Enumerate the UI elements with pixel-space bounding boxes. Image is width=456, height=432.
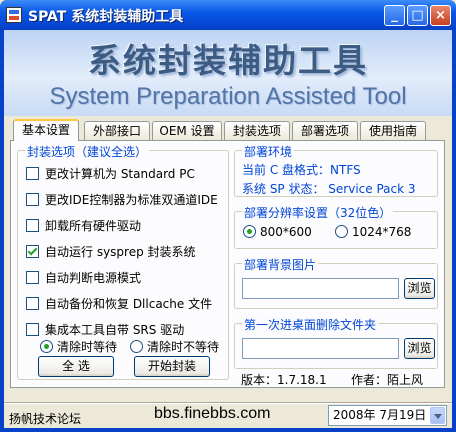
forum-url-link[interactable]: bbs.finebbs.com	[154, 405, 271, 423]
banner-title-en: System Preparation Assisted Tool	[49, 83, 407, 110]
status-bar: 扬帆技术论坛 bbs.finebbs.com 2008年 7月19日	[4, 402, 452, 428]
checkbox[interactable]	[26, 193, 39, 206]
deploy-env-group: 部署环境 当前 C 盘格式：NTFS 系统 SP 状态： Service Pac…	[234, 143, 438, 197]
sp-status-text: 系统 SP 状态： Service Pack 3	[242, 182, 416, 196]
select-all-button[interactable]: 全 选	[38, 356, 114, 377]
app-icon	[6, 7, 22, 23]
tab-external-interface[interactable]: 外部接口	[84, 121, 150, 140]
option-integrate-srs[interactable]: 集成本工具自带 SRS 驱动	[26, 321, 184, 337]
checkbox[interactable]	[26, 297, 39, 310]
delete-folder-title: 第一次进桌面删除文件夹	[242, 316, 379, 333]
tab-panel-basic-settings: 封装选项（建议全选） 更改计算机为 Standard PC 更改IDE控制器为标…	[10, 140, 445, 388]
checkbox[interactable]	[26, 219, 39, 232]
minimize-button[interactable]: _	[384, 5, 405, 26]
checkbox[interactable]	[26, 167, 39, 180]
delete-folder-group: 第一次进桌面删除文件夹 浏览	[234, 316, 438, 369]
title-bar[interactable]: SPAT 系统封装辅助工具 _ □ ×	[0, 0, 456, 30]
author-label: 作者：陌上风	[351, 373, 424, 387]
radio-res-1024[interactable]: 1024*768	[335, 225, 411, 239]
start-package-button[interactable]: 开始封装	[134, 356, 210, 377]
background-path-input[interactable]	[242, 278, 399, 299]
delete-folder-input[interactable]	[242, 338, 399, 359]
maximize-button[interactable]: □	[407, 5, 428, 26]
client-area: 系统封装辅助工具 System Preparation Assisted Too…	[4, 30, 452, 428]
tab-package-options[interactable]: 封装选项	[224, 121, 290, 140]
background-browse-button[interactable]: 浏览	[404, 278, 435, 299]
checkbox-checked[interactable]	[26, 245, 39, 258]
banner-title-cn: 系统封装辅助工具	[88, 41, 368, 80]
option-uninstall-drivers[interactable]: 卸载所有硬件驱动	[26, 217, 141, 233]
tab-deploy-options[interactable]: 部署选项	[292, 121, 358, 140]
option-ide-controller[interactable]: 更改IDE控制器为标准双通道IDE	[26, 191, 218, 207]
background-group: 部署背景图片 浏览	[234, 256, 438, 309]
radio-clear-no-wait[interactable]: 清除时不等待	[130, 338, 219, 355]
tab-oem-settings[interactable]: OEM 设置	[152, 121, 222, 140]
package-options-group: 封装选项（建议全选） 更改计算机为 Standard PC 更改IDE控制器为标…	[17, 143, 229, 380]
checkbox[interactable]	[26, 271, 39, 284]
version-label: 版本：1.7.18.1	[241, 373, 327, 387]
radio-button-selected[interactable]	[243, 225, 256, 238]
package-options-title: 封装选项（建议全选）	[25, 143, 150, 160]
resolution-title: 部署分辨率设置（32位色）	[242, 204, 394, 221]
date-picker[interactable]: 2008年 7月19日	[328, 405, 447, 426]
banner: 系统封装辅助工具 System Preparation Assisted Too…	[4, 30, 452, 116]
chevron-down-icon[interactable]	[430, 407, 445, 424]
background-title: 部署背景图片	[242, 256, 319, 273]
status-separator	[4, 402, 452, 404]
radio-button-selected[interactable]	[40, 340, 53, 353]
option-standard-pc[interactable]: 更改计算机为 Standard PC	[26, 165, 195, 181]
radio-button[interactable]	[130, 340, 143, 353]
application-window: SPAT 系统封装辅助工具 _ □ × 系统封装辅助工具 System Prep…	[0, 0, 456, 432]
tab-user-guide[interactable]: 使用指南	[360, 121, 426, 140]
tab-basic-settings[interactable]: 基本设置	[13, 119, 79, 141]
radio-button[interactable]	[335, 225, 348, 238]
radio-clear-wait[interactable]: 清除时等待	[40, 338, 117, 355]
resolution-group: 部署分辨率设置（32位色） 800*600 1024*768	[234, 204, 438, 249]
checkbox[interactable]	[26, 323, 39, 336]
forum-name: 扬帆技术论坛	[9, 412, 82, 426]
option-backup-dllcache[interactable]: 自动备份和恢复 Dllcache 文件	[26, 295, 212, 311]
radio-res-800[interactable]: 800*600	[243, 225, 312, 239]
date-value: 2008年 7月19日	[333, 408, 427, 422]
disk-format-text: 当前 C 盘格式：NTFS	[242, 163, 361, 177]
option-auto-run-sysprep[interactable]: 自动运行 sysprep 封装系统	[26, 243, 196, 259]
close-button[interactable]: ×	[430, 5, 451, 26]
delete-folder-browse-button[interactable]: 浏览	[404, 338, 435, 359]
deploy-env-title: 部署环境	[242, 143, 295, 160]
option-auto-power-mode[interactable]: 自动判断电源模式	[26, 269, 141, 285]
window-title: SPAT 系统封装辅助工具	[28, 9, 184, 25]
